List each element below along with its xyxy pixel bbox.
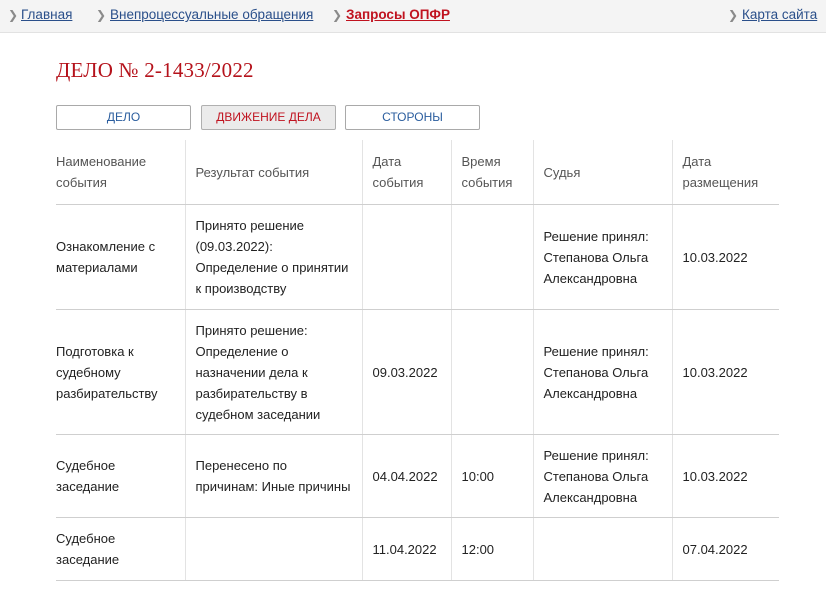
cell-result: Перенесено по причинам: Иные причины <box>184 434 362 518</box>
cell-result: Принято решение (09.03.2022): Определени… <box>184 204 362 310</box>
cell-time: 12:00 <box>450 517 533 581</box>
cell-posted: 10.03.2022 <box>671 434 779 518</box>
case-events-table: Наименование события Результат события Д… <box>56 140 779 581</box>
chevron-right-icon: ❯ <box>332 8 343 22</box>
tab-parties[interactable]: СТОРОНЫ <box>345 105 480 130</box>
cell-judge <box>532 517 672 581</box>
breadcrumb-home-link[interactable]: Главная <box>21 7 72 22</box>
tab-case[interactable]: ДЕЛО <box>56 105 191 130</box>
column-header-posted: Дата размещения <box>671 140 779 205</box>
case-title: ДЕЛО № 2-1433/2022 <box>56 58 254 82</box>
cell-event: Судебное заседание <box>56 434 185 518</box>
table-row: Ознакомление с материалами Принято решен… <box>56 204 779 310</box>
table-row: Подготовка к судебному разбирательству П… <box>56 309 779 435</box>
column-header-result: Результат события <box>184 140 362 205</box>
column-header-date: Дата события <box>361 140 451 205</box>
cell-event: Судебное заседание <box>56 517 185 581</box>
cell-judge: Решение принял: Степанова Ольга Александ… <box>532 434 672 518</box>
cell-date: 11.04.2022 <box>361 517 451 581</box>
chevron-right-icon: ❯ <box>8 8 19 22</box>
cell-time: 10:00 <box>450 434 533 518</box>
cell-posted: 07.04.2022 <box>671 517 779 581</box>
column-header-judge: Судья <box>532 140 672 205</box>
cell-judge: Решение принял: Степанова Ольга Александ… <box>532 204 672 310</box>
breadcrumb-requests-link[interactable]: Внепроцессуальные обращения <box>110 7 313 22</box>
column-header-time: Время события <box>450 140 533 205</box>
cell-event: Подготовка к судебному разбирательству <box>56 309 185 435</box>
cell-judge: Решение принял: Степанова Ольга Александ… <box>532 309 672 435</box>
cell-posted: 10.03.2022 <box>671 309 779 435</box>
table-row: Судебное заседание 11.04.2022 12:00 07.0… <box>56 517 779 581</box>
cell-date: 09.03.2022 <box>361 309 451 435</box>
chevron-right-icon: ❯ <box>728 8 739 22</box>
cell-time <box>450 204 533 310</box>
cell-result <box>184 517 362 581</box>
tab-case-movement[interactable]: ДВИЖЕНИЕ ДЕЛА <box>201 105 336 130</box>
table-header-row: Наименование события Результат события Д… <box>56 140 779 205</box>
breadcrumb-opfr-link[interactable]: Запросы ОПФР <box>346 7 450 22</box>
chevron-right-icon: ❯ <box>96 8 107 22</box>
cell-result: Принято решение: Определение о назначени… <box>184 309 362 435</box>
breadcrumb-bar: ❯ Главная ❯ Внепроцессуальные обращения … <box>0 0 826 33</box>
cell-time <box>450 309 533 435</box>
cell-date: 04.04.2022 <box>361 434 451 518</box>
cell-date <box>361 204 451 310</box>
table-row: Судебное заседание Перенесено по причина… <box>56 434 779 518</box>
column-header-event: Наименование события <box>56 140 185 205</box>
cell-posted: 10.03.2022 <box>671 204 779 310</box>
cell-event: Ознакомление с материалами <box>56 204 185 310</box>
sitemap-link[interactable]: Карта сайта <box>742 7 817 22</box>
